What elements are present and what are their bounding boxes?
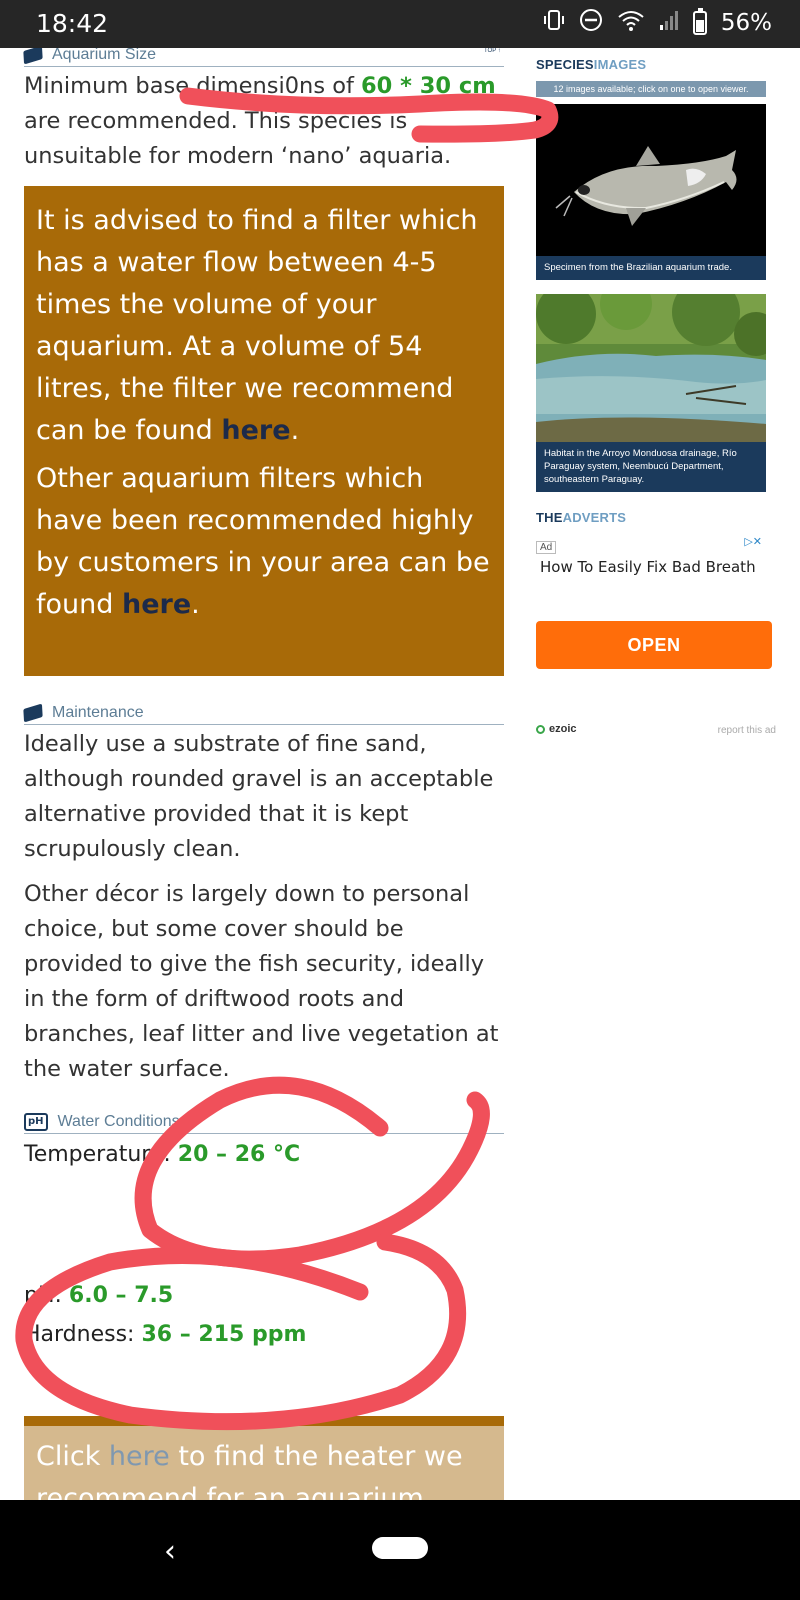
battery-percent: 56% (720, 10, 772, 36)
main-column: Aquarium Size TOP ↑ Minimum base dimensi… (23, 48, 504, 1347)
filter-here-link[interactable]: here (221, 415, 290, 446)
back-icon[interactable]: ‹ (164, 1534, 176, 1569)
sidebar: SPECIESIMAGES 12 images available; click… (536, 48, 776, 743)
fish-photo[interactable] (536, 104, 766, 256)
water-conditions-heading: pH Water Conditions (24, 1113, 504, 1134)
clock: 18:42 (36, 9, 109, 38)
maintenance-paragraph-1: Ideally use a substrate of fine sand, al… (24, 731, 494, 862)
image-count-banner: 12 images available; click on one to ope… (536, 81, 766, 97)
ad-headline[interactable]: How To Easily Fix Bad Breath (540, 558, 776, 576)
filter-paragraph-2: Other aquarium filters which have been r… (36, 463, 490, 620)
status-icons: 56% (543, 8, 772, 38)
battery-icon (692, 8, 707, 35)
species-photo-card[interactable]: Specimen from the Brazilian aquarium tra… (536, 104, 766, 280)
tag-icon (23, 48, 43, 65)
advert-unit[interactable]: Ad ▷✕ How To Easily Fix Bad Breath (536, 535, 776, 621)
ad-close-icon[interactable]: ▷✕ (744, 535, 762, 548)
home-pill-icon[interactable] (372, 1537, 428, 1559)
report-ad-link[interactable]: report this ad (718, 725, 776, 736)
habitat-photo-card[interactable]: Habitat in the Arroyo Monduosa drainage,… (536, 294, 766, 492)
photo-caption-1: Specimen from the Brazilian aquarium tra… (544, 262, 732, 273)
maintenance-paragraph-2: Other décor is largely down to personal … (24, 881, 499, 1082)
status-bar: 18:42 56% (0, 0, 800, 48)
habitat-photo[interactable] (536, 294, 766, 442)
heater-here-link[interactable]: here (109, 1441, 170, 1472)
species-images-title: SPECIESIMAGES (536, 57, 647, 72)
hardness-value: 36 – 215 ppm (141, 1322, 307, 1347)
photo-caption-2: Habitat in the Arroyo Monduosa drainage,… (544, 448, 737, 485)
ph-value: 6.0 – 7.5 (68, 1283, 174, 1308)
ad-open-button[interactable]: OPEN (536, 621, 772, 669)
system-nav-bar: ‹ (0, 1500, 800, 1600)
do-not-disturb-icon (579, 8, 603, 38)
page-content: Aquarium Size TOP ↑ Minimum base dimensi… (0, 48, 800, 1500)
ezoic-icon (536, 724, 545, 734)
maintenance-heading: Maintenance (23, 703, 504, 725)
ph-icon: pH (24, 1113, 48, 1131)
other-filters-here-link[interactable]: here (122, 589, 191, 620)
temperature-line: Temperature: 20 – 26 °C (24, 1142, 301, 1167)
dimensions-value: 60 * 30 cm (361, 73, 496, 99)
adverts-title: THEADVERTS (536, 510, 627, 525)
vibrate-icon (543, 9, 565, 37)
wifi-icon (617, 9, 645, 37)
aquarium-size-heading: Aquarium Size (23, 48, 504, 67)
filter-recommendation-box: It is advised to find a filter which has… (24, 186, 504, 676)
heater-recommendation-box: Click here to find the heater we recomme… (24, 1416, 504, 1500)
ad-footer: ezoic report this ad (536, 723, 776, 743)
temperature-value: 20 – 26 °C (177, 1142, 301, 1167)
ad-badge: Ad (536, 541, 557, 554)
hardness-line: Hardness: 36 – 215 ppm (24, 1322, 307, 1347)
signal-icon (659, 9, 679, 37)
tag-icon (23, 703, 43, 723)
filter-paragraph-1: It is advised to find a filter which has… (36, 205, 478, 446)
aquarium-size-text: Minimum base dimensi0ns of 60 * 30 cm ar… (24, 73, 496, 169)
ph-line: pH: 6.0 – 7.5 (24, 1283, 174, 1308)
top-link[interactable]: TOP ↑ (484, 48, 501, 54)
